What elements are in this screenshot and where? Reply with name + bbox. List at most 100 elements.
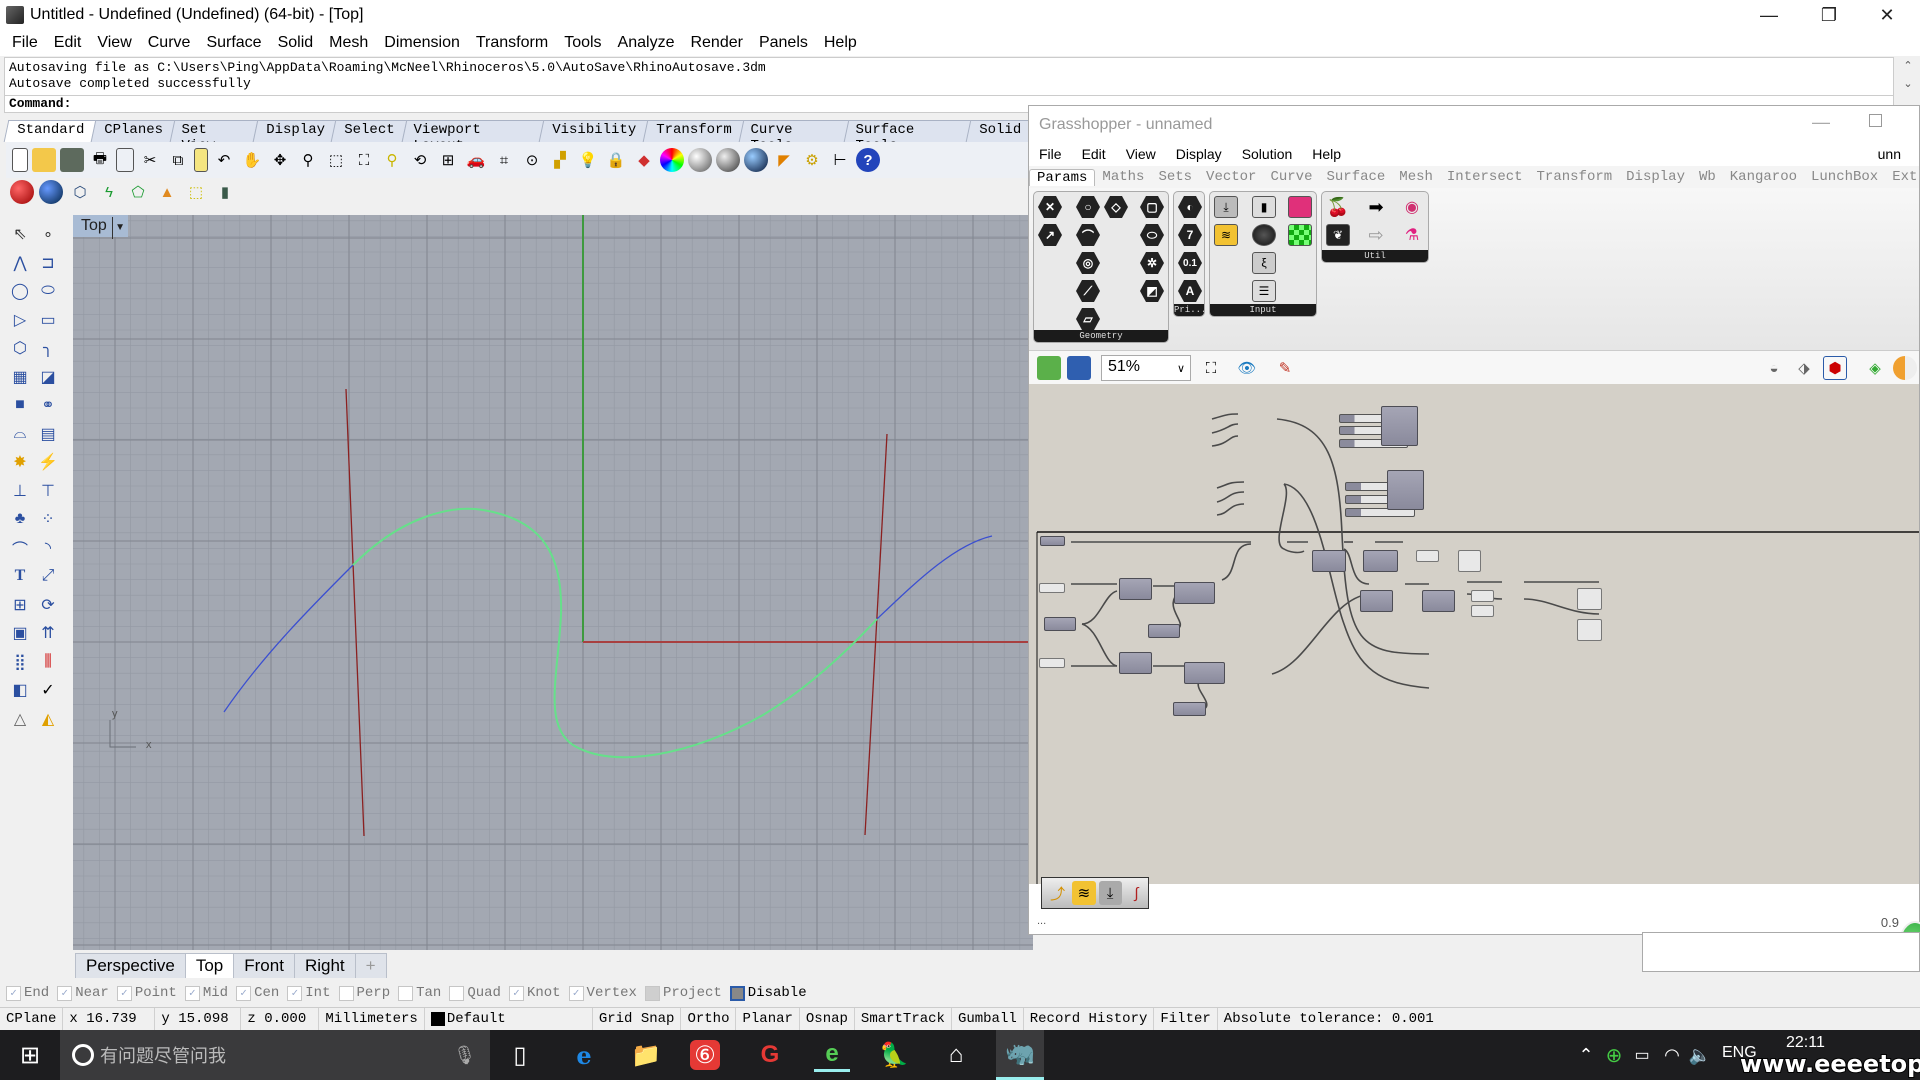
gh-tab-maths[interactable]: Maths — [1095, 169, 1151, 185]
select-icon[interactable]: ◤ — [772, 148, 796, 172]
sketch-pen-icon[interactable]: ✎ — [1273, 356, 1297, 380]
menu-transform[interactable]: Transform — [468, 34, 556, 52]
viewport-menu-arrow-icon[interactable]: ▼ — [112, 217, 125, 239]
paste-icon[interactable] — [194, 148, 208, 172]
param-curve-icon[interactable]: ◎ — [1076, 252, 1100, 274]
osnap-toggle[interactable]: Osnap — [800, 1008, 855, 1030]
zoom-window-icon[interactable]: ⬚ — [324, 148, 348, 172]
gh-open-icon[interactable] — [1037, 356, 1061, 380]
gh-param[interactable] — [1416, 550, 1439, 562]
scroll-up-icon[interactable]: ⌃ — [1898, 57, 1918, 75]
extrude-icon[interactable]: ⇈ — [37, 622, 59, 644]
osnap-vertex[interactable]: ✓ Vertex — [568, 985, 637, 1001]
preview-selected-icon[interactable]: ◈ — [1863, 356, 1887, 380]
close-button[interactable]: ✕ — [1858, 0, 1916, 30]
gh-panel[interactable] — [1458, 550, 1481, 572]
util-cherry-icon[interactable]: 🍒 — [1326, 196, 1350, 218]
gh-tab-lunchbox[interactable]: LunchBox — [1804, 169, 1885, 185]
gh-tab-mesh[interactable]: Mesh — [1392, 169, 1440, 185]
input-gradient-icon[interactable] — [1288, 196, 1312, 218]
osnap-end[interactable]: ✓ End — [6, 985, 49, 1001]
extend-icon[interactable]: ⊤ — [37, 480, 59, 502]
car-icon[interactable]: 🚗 — [464, 148, 488, 172]
osnap-cen[interactable]: ✓ Cen — [236, 985, 279, 1001]
preview-shaded-icon[interactable]: ⬢ — [1823, 356, 1847, 380]
green-box-icon[interactable]: ⬠ — [126, 180, 150, 204]
osnap-int[interactable]: ✓ Int — [287, 985, 331, 1001]
param-circle-icon[interactable]: ○ — [1076, 196, 1100, 218]
menu-tools[interactable]: Tools — [556, 34, 609, 52]
task-view-icon[interactable]: ▯ — [502, 1038, 538, 1072]
param-brep-icon[interactable]: ⬭ — [1140, 224, 1164, 246]
osnap-checkbox[interactable] — [338, 985, 354, 1001]
help-icon[interactable]: ? — [856, 148, 880, 172]
cylinder-icon[interactable]: ⌓ — [9, 423, 31, 445]
gh-component[interactable] — [1422, 590, 1455, 612]
param-integer-icon[interactable]: 7 — [1178, 224, 1202, 246]
menu-mesh[interactable]: Mesh — [321, 34, 376, 52]
gh-menu-solution[interactable]: Solution — [1242, 146, 1293, 162]
smarttrack-toggle[interactable]: SmartTrack — [855, 1008, 952, 1030]
menu-analyze[interactable]: Analyze — [610, 34, 683, 52]
menu-solid[interactable]: Solid — [270, 34, 322, 52]
gh-tab-curve[interactable]: Curve — [1263, 169, 1319, 185]
text-icon[interactable]: T — [9, 565, 31, 587]
windows-start-icon[interactable]: ⊞ — [12, 1038, 48, 1072]
preview-material-icon[interactable] — [1893, 356, 1917, 380]
new-icon[interactable] — [12, 148, 28, 172]
ortho-toggle[interactable]: Ortho — [681, 1008, 737, 1030]
explode-icon[interactable]: ✸ — [9, 451, 31, 473]
minimize-button[interactable]: — — [1740, 0, 1798, 30]
scroll-down-icon[interactable]: ⌄ — [1898, 75, 1918, 93]
netease-music-icon[interactable]: ⑥ — [690, 1040, 720, 1070]
top-viewport[interactable]: xy — [73, 215, 1033, 950]
restore-button[interactable]: ❐ — [1800, 0, 1858, 30]
gh-component[interactable] — [1174, 582, 1215, 604]
tab-set-view[interactable]: Set View — [169, 120, 259, 154]
osnap-checkbox[interactable] — [729, 985, 745, 1001]
select-arrow-icon[interactable]: ⇖ — [9, 223, 31, 245]
zoom-extents-icon[interactable]: ⛶ — [352, 148, 376, 172]
gh-tab-surface[interactable]: Surface — [1319, 169, 1392, 185]
point-box-icon[interactable]: ⬚ — [184, 180, 208, 204]
box-icon[interactable]: ■ — [9, 394, 31, 416]
open-icon[interactable] — [32, 148, 56, 172]
input-button-icon[interactable] — [1252, 224, 1276, 246]
input-digit-icon[interactable]: ξ — [1252, 252, 1276, 274]
green-curve-icon[interactable]: ϟ — [97, 180, 121, 204]
shaded-sphere-icon[interactable] — [716, 148, 740, 172]
save-icon[interactable] — [60, 148, 84, 172]
param-surface-icon[interactable]: ◩ — [1140, 280, 1164, 302]
menu-help[interactable]: Help — [816, 34, 865, 52]
check-icon[interactable]: ✓ — [37, 679, 59, 701]
mesh-icon[interactable]: ▤ — [37, 423, 59, 445]
tab-front[interactable]: Front — [233, 953, 295, 978]
gh-menu-file[interactable]: File — [1039, 146, 1062, 162]
preview-wire-icon[interactable]: ⬗ — [1792, 356, 1816, 380]
rhino-taskbar-icon[interactable]: 🦏 — [996, 1030, 1044, 1080]
cut-icon[interactable]: ✂ — [138, 148, 162, 172]
print-icon[interactable]: 🖶 — [88, 148, 112, 172]
gh-param[interactable] — [1039, 658, 1065, 668]
menu-view[interactable]: View — [89, 34, 139, 52]
gh-component[interactable] — [1184, 662, 1225, 684]
zoom-extents-icon[interactable]: ⛶ — [1199, 356, 1223, 380]
zoom-dynamic-icon[interactable]: ⚲ — [296, 148, 320, 172]
menu-panels[interactable]: Panels — [751, 34, 816, 52]
add-viewport-tab[interactable]: + — [354, 953, 387, 978]
g-app-icon[interactable]: G — [752, 1038, 788, 1072]
tab-transform[interactable]: Transform — [642, 120, 745, 142]
gh-param[interactable] — [1044, 617, 1076, 631]
array-icon[interactable]: ⊞ — [9, 594, 31, 616]
gh-save-icon[interactable] — [1067, 356, 1091, 380]
osnap-checkbox[interactable]: ✓ — [6, 985, 21, 1001]
cone-icon[interactable]: ▲ — [155, 180, 179, 204]
volume-icon[interactable]: 🔈 — [1682, 1038, 1718, 1072]
gh-menu-view[interactable]: View — [1126, 146, 1156, 162]
gh-widget-graph-icon[interactable]: ≋ — [1072, 881, 1096, 905]
wireframe-sphere-icon[interactable] — [688, 148, 712, 172]
pyramid-icon[interactable]: ◭ — [37, 708, 59, 730]
param-boolean-icon[interactable]: ◐ — [1178, 196, 1202, 218]
menu-file[interactable]: File — [4, 34, 46, 52]
units-label[interactable]: Millimeters — [319, 1008, 425, 1030]
